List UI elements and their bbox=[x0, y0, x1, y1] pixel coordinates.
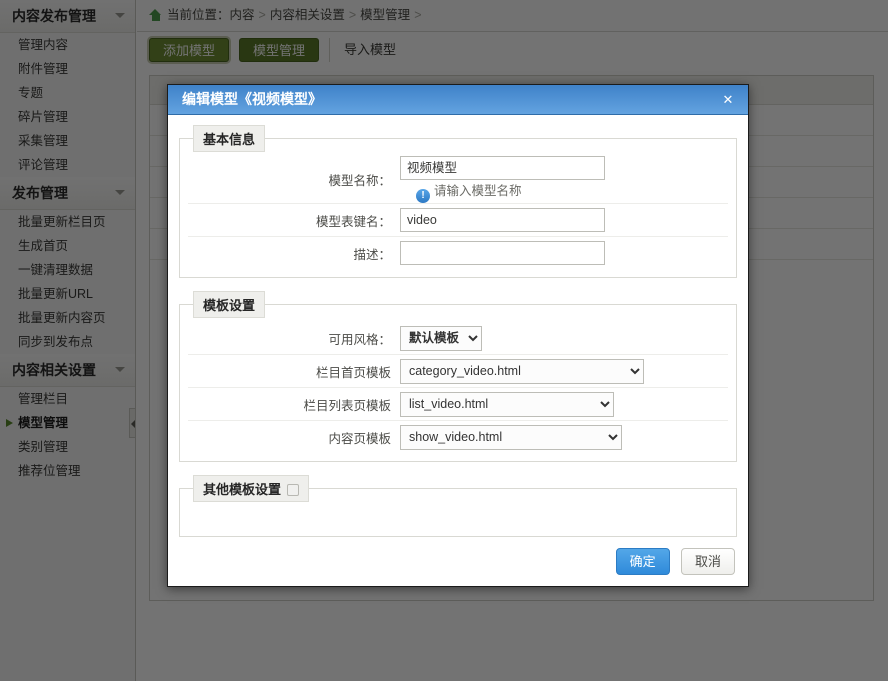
field-row-model-name: 模型名称： ! 请输入模型名称 bbox=[188, 156, 728, 204]
content-page-template-select[interactable]: show_video.html bbox=[400, 424, 622, 450]
category-list-template-select[interactable]: list_video.html bbox=[400, 391, 614, 417]
description-input[interactable] bbox=[400, 241, 605, 265]
description-label: 描述： bbox=[353, 247, 391, 262]
dialog-title: 编辑模型《视频模型》 bbox=[182, 91, 322, 107]
available-style-select[interactable]: 默认模板 bbox=[400, 325, 482, 351]
confirm-button[interactable]: 确定 bbox=[615, 548, 670, 575]
other-template-settings-legend: 其他模板设置 bbox=[193, 475, 310, 502]
field-row-content-page-template: 内容页模板 show_video.html bbox=[188, 421, 728, 453]
field-row-category-list-template: 栏目列表页模板 list_video.html bbox=[188, 388, 728, 421]
cancel-button[interactable]: 取消 bbox=[680, 548, 735, 575]
basic-info-section: 基本信息 模型名称： ! 请输入模型名称 模型表键名： bbox=[179, 125, 737, 278]
other-template-settings-body bbox=[188, 506, 728, 528]
template-settings-legend: 模板设置 bbox=[193, 291, 266, 318]
basic-info-legend: 基本信息 bbox=[193, 125, 266, 152]
dialog-body: 基本信息 模型名称： ! 请输入模型名称 模型表键名： bbox=[168, 115, 748, 586]
dialog-footer: 确定 取消 bbox=[608, 548, 735, 575]
field-row-table-key: 模型表键名： bbox=[188, 204, 728, 237]
table-key-input[interactable] bbox=[400, 208, 605, 232]
app-root: 内容发布管理 管理内容 附件管理 专题 碎片管理 采集管理 评论管理 发布管理 … bbox=[0, 0, 888, 681]
model-name-input[interactable] bbox=[400, 156, 605, 180]
category-list-template-label: 栏目列表页模板 bbox=[303, 398, 391, 413]
available-style-control: 默认模板 bbox=[400, 325, 728, 351]
description-control bbox=[400, 241, 728, 265]
field-row-available-style: 可用风格： 默认模板 bbox=[188, 322, 728, 355]
template-settings-section: 模板设置 可用风格： 默认模板 栏目首页模板 category_video.ht… bbox=[179, 291, 737, 462]
edit-model-dialog: 编辑模型《视频模型》 ✕ 基本信息 模型名称： ! 请输入模型名称 模型表键名： bbox=[167, 84, 749, 587]
table-key-control bbox=[400, 208, 728, 232]
dialog-title-bar[interactable]: 编辑模型《视频模型》 ✕ bbox=[168, 85, 748, 115]
category-index-template-select[interactable]: category_video.html bbox=[400, 358, 644, 384]
content-page-template-label: 内容页模板 bbox=[328, 431, 391, 446]
field-row-category-index-template: 栏目首页模板 category_video.html bbox=[188, 355, 728, 388]
other-template-settings-checkbox[interactable] bbox=[287, 484, 300, 496]
available-style-label: 可用风格： bbox=[328, 332, 391, 347]
model-name-hint: ! 请输入模型名称 bbox=[416, 180, 522, 203]
category-index-template-label: 栏目首页模板 bbox=[315, 365, 391, 380]
model-name-hint-text: 请输入模型名称 bbox=[434, 184, 522, 198]
info-icon: ! bbox=[416, 189, 430, 203]
content-page-template-control: show_video.html bbox=[400, 424, 728, 450]
other-template-settings-section: 其他模板设置 bbox=[179, 475, 737, 537]
field-row-description: 描述： bbox=[188, 237, 728, 269]
table-key-label: 模型表键名： bbox=[315, 214, 391, 229]
category-list-template-control: list_video.html bbox=[400, 391, 728, 417]
other-template-settings-label: 其他模板设置 bbox=[203, 482, 282, 497]
model-name-control: ! 请输入模型名称 bbox=[400, 156, 728, 203]
close-icon[interactable]: ✕ bbox=[718, 85, 738, 114]
model-name-label: 模型名称： bbox=[328, 174, 391, 188]
category-index-template-control: category_video.html bbox=[400, 358, 728, 384]
